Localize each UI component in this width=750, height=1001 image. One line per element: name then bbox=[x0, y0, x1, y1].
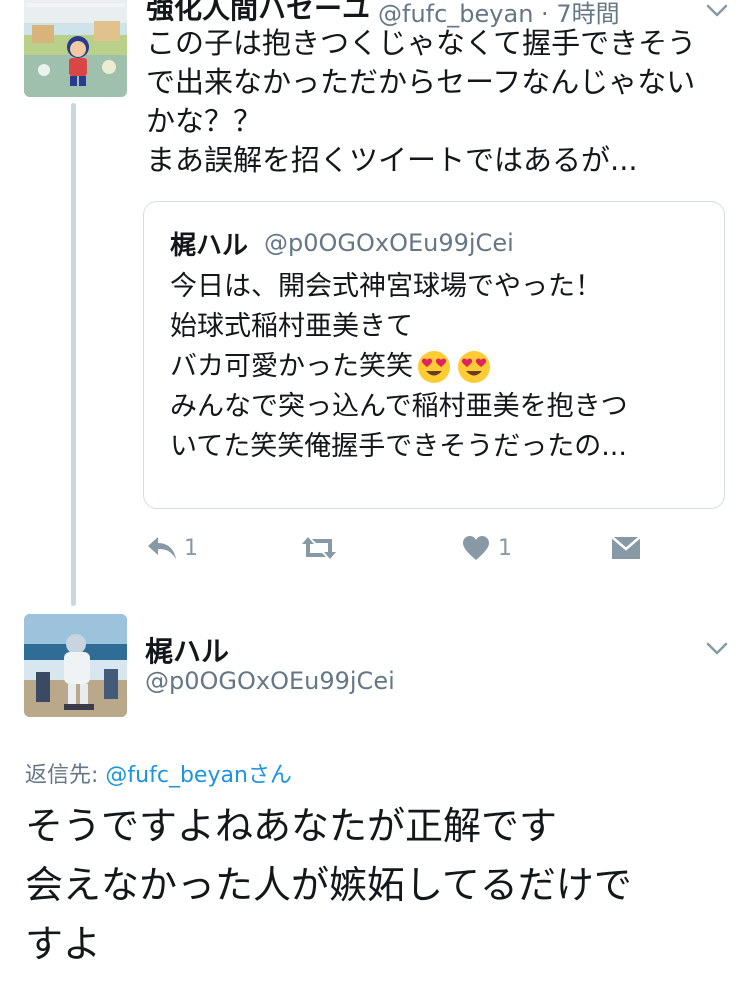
reply-button[interactable]: 1 bbox=[146, 535, 198, 561]
thread-connector bbox=[71, 103, 76, 606]
avatar[interactable] bbox=[24, 0, 127, 97]
tweet-text-line: 会えなかった人が嫉妬してるだけで bbox=[25, 863, 632, 907]
like-button[interactable]: 1 bbox=[462, 535, 512, 561]
direct-message-button[interactable] bbox=[611, 535, 641, 561]
reply-to-user-link[interactable]: @fufc_beyan bbox=[105, 763, 247, 788]
quoted-tweet-text: 今日は、開会式神宮球場でやった！ 始球式稲村亜美きて バカ可愛かった笑笑 みんな… bbox=[170, 267, 710, 467]
quoted-text-line: 今日は、開会式神宮球場でやった！ bbox=[170, 271, 602, 302]
quoted-author-name: 梶ハル bbox=[170, 231, 249, 261]
author-name[interactable]: 強化人間ハセーユ bbox=[146, 0, 370, 27]
tweet-text-line: まあ誤解を招くツイートではあるが... bbox=[146, 143, 638, 177]
reply-icon bbox=[148, 537, 176, 559]
tweet-text: そうですよねあなたが正解です 会えなかった人が嫉妬してるだけで すよ bbox=[25, 797, 740, 974]
avatar[interactable] bbox=[24, 614, 127, 717]
tweet-text-line: で出来なかっただからセーフなんじゃない bbox=[146, 65, 696, 99]
chevron-down-icon[interactable] bbox=[706, 3, 728, 22]
quoted-text-line: みんなで突っ込んで稲村亜美を抱きつ bbox=[170, 391, 628, 422]
reply-to-suffix: さん bbox=[247, 763, 292, 788]
tweet-text: この子は抱きつくじゃなくて握手できそう で出来なかっただからセーフなんじゃない … bbox=[146, 24, 726, 180]
heart-icon bbox=[463, 536, 489, 560]
heart-eyes-emoji-icon bbox=[417, 350, 451, 384]
avatar-image bbox=[24, 0, 127, 97]
retweet-button[interactable] bbox=[300, 535, 338, 561]
quoted-text-line: 始球式稲村亜美きて bbox=[170, 311, 413, 342]
quoted-text-line: バカ可愛かった笑笑 bbox=[170, 347, 710, 387]
author-name[interactable]: 梶ハル bbox=[145, 630, 229, 670]
reply-to-prefix: 返信先: bbox=[25, 763, 99, 788]
quoted-text-line: いてた笑笑俺握手できそうだったの... bbox=[170, 431, 627, 462]
envelope-icon bbox=[611, 536, 641, 559]
reply-count: 1 bbox=[184, 535, 198, 561]
reply-to-line: 返信先: @fufc_beyanさん bbox=[25, 757, 292, 789]
author-handle: @p0OGOxOEu99jCei bbox=[145, 667, 395, 695]
tweet-text-line: かな？？ bbox=[146, 104, 263, 138]
quoted-text-line-text: バカ可愛かった笑笑 bbox=[170, 351, 413, 382]
like-count: 1 bbox=[498, 535, 512, 561]
quoted-author-handle: @p0OGOxOEu99jCei bbox=[264, 229, 514, 257]
chevron-down-icon[interactable] bbox=[706, 641, 728, 660]
tweet-text-line: この子は抱きつくじゃなくて握手できそう bbox=[146, 26, 697, 60]
tweet-text-line: そうですよねあなたが正解です bbox=[25, 804, 558, 848]
retweet-icon bbox=[302, 537, 336, 559]
heart-eyes-emoji-icon bbox=[457, 350, 491, 384]
tweet-action-bar: 1 1 bbox=[0, 535, 750, 565]
tweet-text-line: すよ bbox=[25, 922, 102, 966]
avatar-image bbox=[24, 614, 127, 717]
